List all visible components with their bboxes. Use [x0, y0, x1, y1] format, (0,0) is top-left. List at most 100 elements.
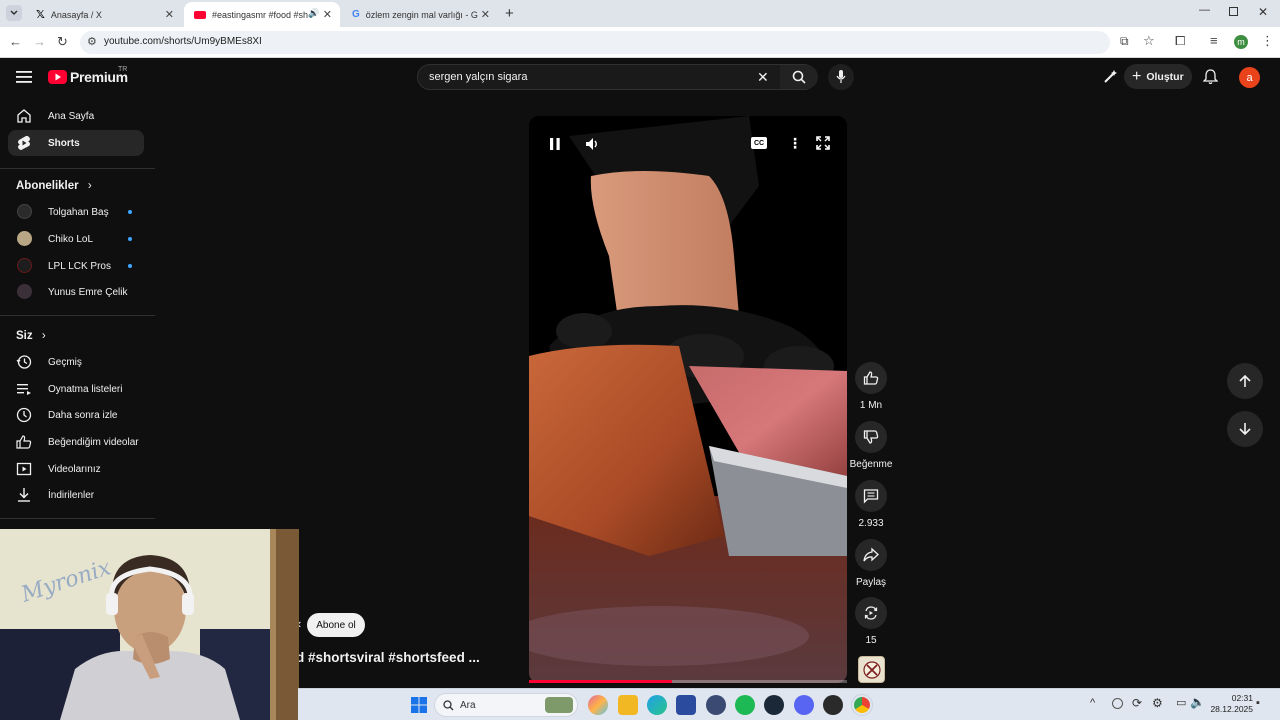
- sidebar-item-watch-later[interactable]: Daha sonra izle: [8, 402, 144, 428]
- watch-later-icon: [16, 407, 32, 423]
- sidebar-item-liked-videos[interactable]: Beğendiğim videolar: [8, 429, 144, 455]
- sidebar-item-home[interactable]: Ana Sayfa: [8, 103, 144, 129]
- dislike-button[interactable]: Beğenme: [850, 421, 892, 470]
- subscriptions-heading[interactable]: Abonelikler ›: [16, 180, 92, 192]
- close-icon[interactable]: ✕: [481, 8, 490, 21]
- sidebar-item-playlists[interactable]: Oynatma listeleri: [8, 376, 144, 402]
- webcam-overlay: Myronix: [0, 529, 299, 720]
- reload-icon[interactable]: ↻: [57, 34, 68, 50]
- tray-app-icon[interactable]: [1112, 698, 1123, 709]
- captions-button[interactable]: CC: [751, 137, 767, 149]
- voice-search-button[interactable]: [828, 64, 854, 90]
- sidebar-item-history[interactable]: Geçmiş: [8, 349, 144, 375]
- create-ai-button[interactable]: [1103, 69, 1118, 84]
- sidebar-item-shorts[interactable]: Shorts: [8, 130, 144, 156]
- taskbar-search[interactable]: Ara: [434, 693, 578, 717]
- thumbs-up-icon: [863, 371, 879, 385]
- media-controls-icon[interactable]: ≡: [1210, 33, 1218, 48]
- sidebar-item-downloads[interactable]: İndirilenler: [8, 482, 144, 508]
- previous-short-button[interactable]: [1227, 363, 1263, 399]
- search-button[interactable]: [780, 65, 818, 89]
- pause-button[interactable]: [549, 137, 561, 151]
- like-button[interactable]: 1 Mn: [853, 362, 889, 411]
- plus-icon: +: [1132, 67, 1142, 85]
- notification-center-icon[interactable]: ▪: [1256, 697, 1260, 709]
- spotify-icon[interactable]: [735, 695, 755, 715]
- back-arrow-icon[interactable]: ←: [9, 34, 22, 49]
- tab-google[interactable]: G özlem zengin mal varlığı - Goo ✕: [342, 2, 498, 27]
- new-tab-button[interactable]: +: [505, 5, 514, 22]
- maximize-button[interactable]: [1229, 7, 1238, 16]
- tab-youtube-short[interactable]: #eastingasmr #food #short 🔊 ✕: [184, 2, 340, 27]
- sound-thumbnail[interactable]: [858, 656, 885, 683]
- sidebar-item-your-videos[interactable]: Videolarınız: [8, 456, 144, 482]
- remix-icon: [864, 606, 878, 620]
- tray-sync-icon[interactable]: ⟳: [1132, 696, 1142, 710]
- create-button[interactable]: + Oluştur: [1124, 64, 1192, 89]
- subscribe-button[interactable]: Abone ol: [307, 613, 365, 637]
- volume-tray-icon[interactable]: 🔈: [1190, 695, 1205, 709]
- youtube-header: Premium TR sergen yalçın sigara ✕ + Oluş…: [0, 58, 1280, 98]
- file-explorer-icon[interactable]: [618, 695, 638, 715]
- extensions-icon[interactable]: ⧠: [1175, 33, 1185, 49]
- fullscreen-button[interactable]: [816, 136, 830, 150]
- browser-toolbar: ← → ↻ ⚙ youtube.com/shorts/Um9yBMEs8XI ⧉…: [0, 27, 1280, 58]
- chevron-up-icon[interactable]: ^: [1090, 697, 1095, 709]
- you-heading[interactable]: Siz ›: [16, 330, 46, 342]
- profile-avatar[interactable]: m: [1234, 35, 1248, 49]
- forward-arrow-icon[interactable]: →: [33, 34, 46, 49]
- install-app-icon[interactable]: ⧉: [1120, 34, 1129, 49]
- edge-browser-icon[interactable]: [647, 695, 667, 715]
- speaker-icon[interactable]: 🔊: [308, 8, 319, 19]
- notifications-button[interactable]: [1203, 69, 1218, 85]
- shorts-icon: [18, 135, 30, 150]
- remix-button[interactable]: 15: [853, 597, 889, 646]
- video-title[interactable]: d #shortsviral #shortsfeed ...: [296, 650, 480, 665]
- shorts-video-player[interactable]: CC ⋮: [529, 116, 847, 683]
- search-input[interactable]: sergen yalçın sigara ✕: [417, 64, 818, 90]
- subscriptions-heading-label: Abonelikler: [16, 180, 79, 192]
- youtube-logo[interactable]: Premium TR: [48, 66, 128, 85]
- clear-search-icon[interactable]: ✕: [757, 69, 769, 86]
- minimize-button[interactable]: —: [1199, 4, 1210, 16]
- account-avatar[interactable]: a: [1239, 67, 1260, 88]
- store-app-icon[interactable]: [676, 695, 696, 715]
- settings-app-icon[interactable]: [706, 695, 726, 715]
- hamburger-menu-button[interactable]: [16, 70, 32, 84]
- arrow-down-icon: [1239, 423, 1251, 436]
- tab-x[interactable]: 𝕏 Anasayfa / X ✕: [26, 2, 182, 27]
- address-bar[interactable]: ⚙ youtube.com/shorts/Um9yBMEs8XI ⧉ ☆: [80, 31, 1155, 54]
- close-icon[interactable]: ✕: [323, 8, 332, 21]
- video-progress-bar[interactable]: [529, 680, 847, 683]
- copilot-app-icon[interactable]: [588, 695, 608, 715]
- sidebar-item-subscription[interactable]: Yunus Emre Çelik: [8, 279, 144, 305]
- discord-icon[interactable]: [794, 695, 814, 715]
- share-button[interactable]: Paylaş: [853, 539, 889, 588]
- comments-button[interactable]: 2.933: [853, 480, 889, 529]
- create-label: Oluştur: [1146, 70, 1184, 83]
- sidebar-item-subscription[interactable]: Tolgahan Baş: [8, 199, 144, 225]
- thumbs-up-icon: [16, 435, 32, 449]
- taskbar-clock[interactable]: 02:31 28.12.2025: [1208, 693, 1253, 715]
- close-icon[interactable]: ✕: [165, 8, 174, 21]
- sidebar-item-label: İndirilenler: [48, 490, 95, 501]
- chrome-browser-icon[interactable]: [851, 694, 873, 716]
- next-short-button[interactable]: [1227, 411, 1263, 447]
- fullscreen-icon: [816, 136, 830, 150]
- network-icon[interactable]: ▭: [1176, 696, 1186, 709]
- app-icon[interactable]: [823, 695, 843, 715]
- dislike-label: Beğenme: [849, 459, 893, 470]
- steam-icon[interactable]: [764, 695, 784, 715]
- volume-button[interactable]: [584, 136, 600, 152]
- start-button[interactable]: [411, 697, 427, 713]
- tab-search-button[interactable]: [6, 5, 22, 21]
- kebab-menu-icon[interactable]: ⋮: [1261, 33, 1274, 49]
- site-info-icon[interactable]: ⚙: [87, 35, 97, 48]
- close-window-button[interactable]: ✕: [1258, 5, 1268, 19]
- bookmark-star-icon[interactable]: ☆: [1143, 33, 1155, 49]
- google-g-icon: G: [352, 9, 360, 20]
- tray-settings-icon[interactable]: ⚙: [1152, 696, 1163, 710]
- sidebar-item-subscription[interactable]: LPL LCK Pros: [8, 253, 144, 279]
- sidebar-item-subscription[interactable]: Chiko LoL: [8, 226, 144, 252]
- more-options-button[interactable]: ⋮: [788, 135, 802, 152]
